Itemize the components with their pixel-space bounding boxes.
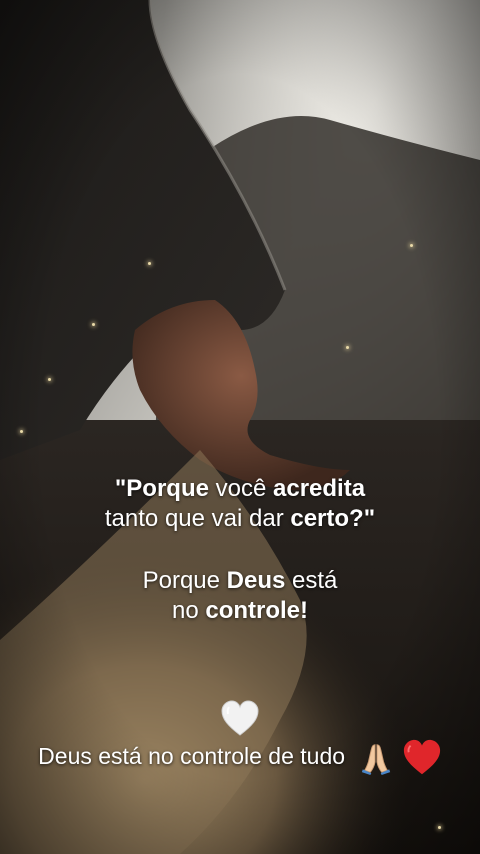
- quote-line-2: tanto que vai dar certo?": [104, 505, 376, 532]
- sparkle: [410, 244, 413, 247]
- sparkle: [20, 430, 23, 433]
- red-heart-icon: [403, 739, 440, 775]
- caption-text: Deus está no controle de tudo: [38, 743, 346, 770]
- answer-line-1: Porque Deus está: [142, 567, 338, 594]
- sparkle: [48, 378, 51, 381]
- answer-line-2: no controle!: [171, 597, 309, 624]
- sparkle: [148, 262, 151, 265]
- caption: Deus está no controle de tudo: [0, 738, 480, 778]
- sparkle: [346, 346, 349, 349]
- sparkle: [438, 826, 441, 829]
- quote-text: "Porque você acredita tanto que vai dar …: [0, 474, 480, 626]
- white-heart-icon: [221, 700, 259, 736]
- praying-hands-icon: [362, 744, 391, 775]
- sparkle: [92, 323, 95, 326]
- quote-line-1: "Porque você acredita: [114, 475, 366, 502]
